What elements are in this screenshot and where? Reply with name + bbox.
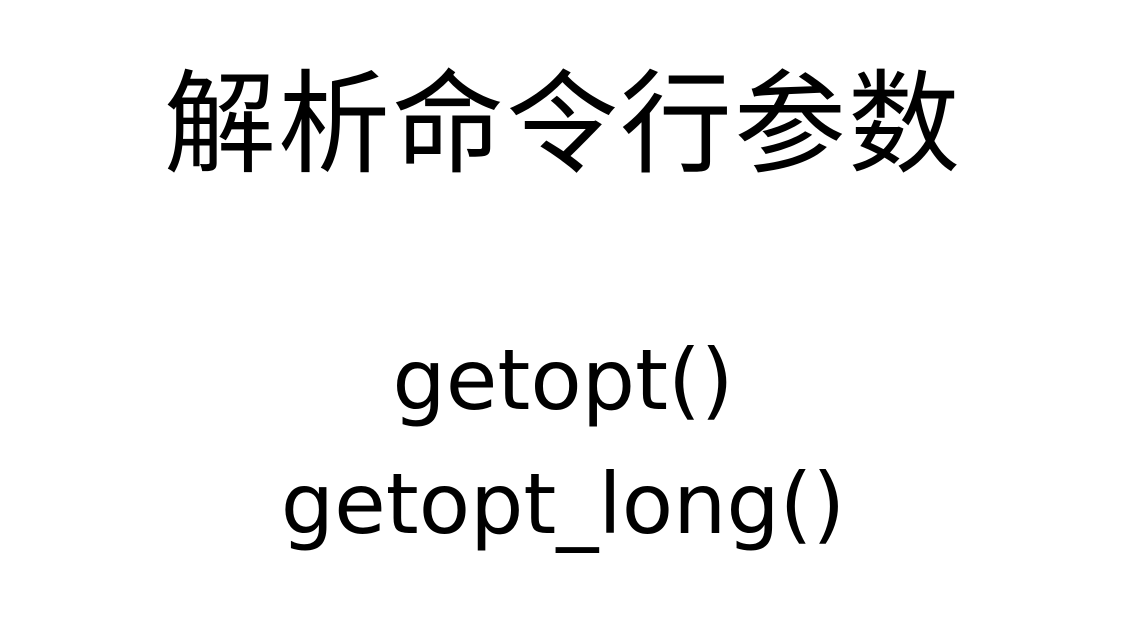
function-name-getopt: getopt() [392,331,734,429]
function-list: getopt() getopt_long() [0,318,1126,566]
slide-title: 解析命令行参数 [164,60,962,190]
slide: 解析命令行参数 getopt() getopt_long() [0,0,1126,634]
function-name-getopt-long: getopt_long() [280,455,846,553]
